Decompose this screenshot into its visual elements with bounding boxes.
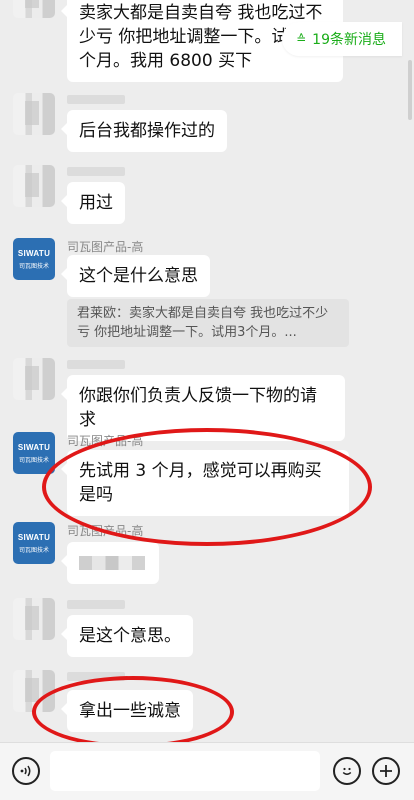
sender-name: [67, 95, 125, 104]
message-text: 你跟你们负责人反馈一下物的请求: [79, 386, 317, 430]
blurred-message-content: [79, 556, 145, 570]
message-bubble[interactable]: 拿出一些诚意: [61, 690, 193, 732]
voice-waves-glyph: [20, 765, 31, 777]
smiley-glyph: [342, 767, 352, 775]
message-text: 先试用 3 个月，感觉可以再购买是吗: [79, 461, 322, 505]
brand-logo-text: SIWATU: [17, 443, 51, 452]
message-bubble[interactable]: 用过: [61, 182, 125, 224]
voice-icon[interactable]: [12, 757, 40, 785]
avatar[interactable]: [13, 0, 55, 18]
plus-icon[interactable]: [372, 757, 400, 785]
brand-avatar[interactable]: SIWATU 司瓦图技术: [13, 522, 55, 564]
message-bubble[interactable]: 是这个意思。: [61, 615, 193, 657]
message-bubble[interactable]: 先试用 3 个月，感觉可以再购买是吗: [61, 450, 349, 516]
avatar[interactable]: [13, 358, 55, 400]
avatar[interactable]: [13, 93, 55, 135]
emoji-icon[interactable]: [333, 757, 361, 785]
message-text: 这个是什么意思: [79, 266, 198, 286]
message-bubble[interactable]: 后台我都操作过的: [61, 110, 227, 152]
message-text: 后台我都操作过的: [79, 121, 215, 141]
avatar[interactable]: [13, 670, 55, 712]
sender-name: [67, 360, 125, 369]
brand-logo-subtext: 司瓦图技术: [18, 263, 49, 270]
quoted-message[interactable]: 君莱欧：卖家大都是自卖自夸 我也吃过不少亏 你把地址调整一下。试用3个月。...: [67, 299, 349, 347]
double-chevron-up-icon: ≙: [296, 32, 307, 46]
sender-name: [67, 167, 125, 176]
sender-name: [67, 672, 125, 681]
message-text: 用过: [79, 193, 113, 213]
chat-input-bar: [0, 742, 414, 800]
sender-name: [67, 600, 125, 609]
message-bubble[interactable]: [61, 542, 159, 584]
message-input[interactable]: [50, 751, 320, 791]
plus-glyph: [380, 765, 392, 777]
message-text: 是这个意思。: [79, 626, 181, 646]
scrollbar[interactable]: [408, 60, 412, 120]
message-text: 拿出一些诚意: [79, 701, 181, 721]
message-bubble[interactable]: 这个是什么意思: [61, 255, 210, 297]
sender-name: 司瓦图产品-高: [67, 524, 144, 538]
avatar[interactable]: [13, 165, 55, 207]
brand-logo-text: SIWATU: [17, 533, 51, 542]
brand-avatar[interactable]: SIWATU 司瓦图技术: [13, 432, 55, 474]
brand-avatar[interactable]: SIWATU 司瓦图技术: [13, 238, 55, 280]
quote-text: 君莱欧：卖家大都是自卖自夸 我也吃过不少亏 你把地址调整一下。试用3个月。...: [77, 306, 329, 340]
brand-logo-subtext: 司瓦图技术: [18, 547, 49, 554]
sender-name: 司瓦图产品-高: [67, 240, 144, 254]
brand-logo-text: SIWATU: [17, 249, 51, 258]
new-messages-pill[interactable]: ≙ 19条新消息: [282, 22, 402, 56]
new-messages-label: 19条新消息: [312, 32, 386, 48]
brand-logo-subtext: 司瓦图技术: [18, 457, 49, 464]
avatar[interactable]: [13, 598, 55, 640]
sender-name: 司瓦图产品-高: [67, 434, 144, 448]
